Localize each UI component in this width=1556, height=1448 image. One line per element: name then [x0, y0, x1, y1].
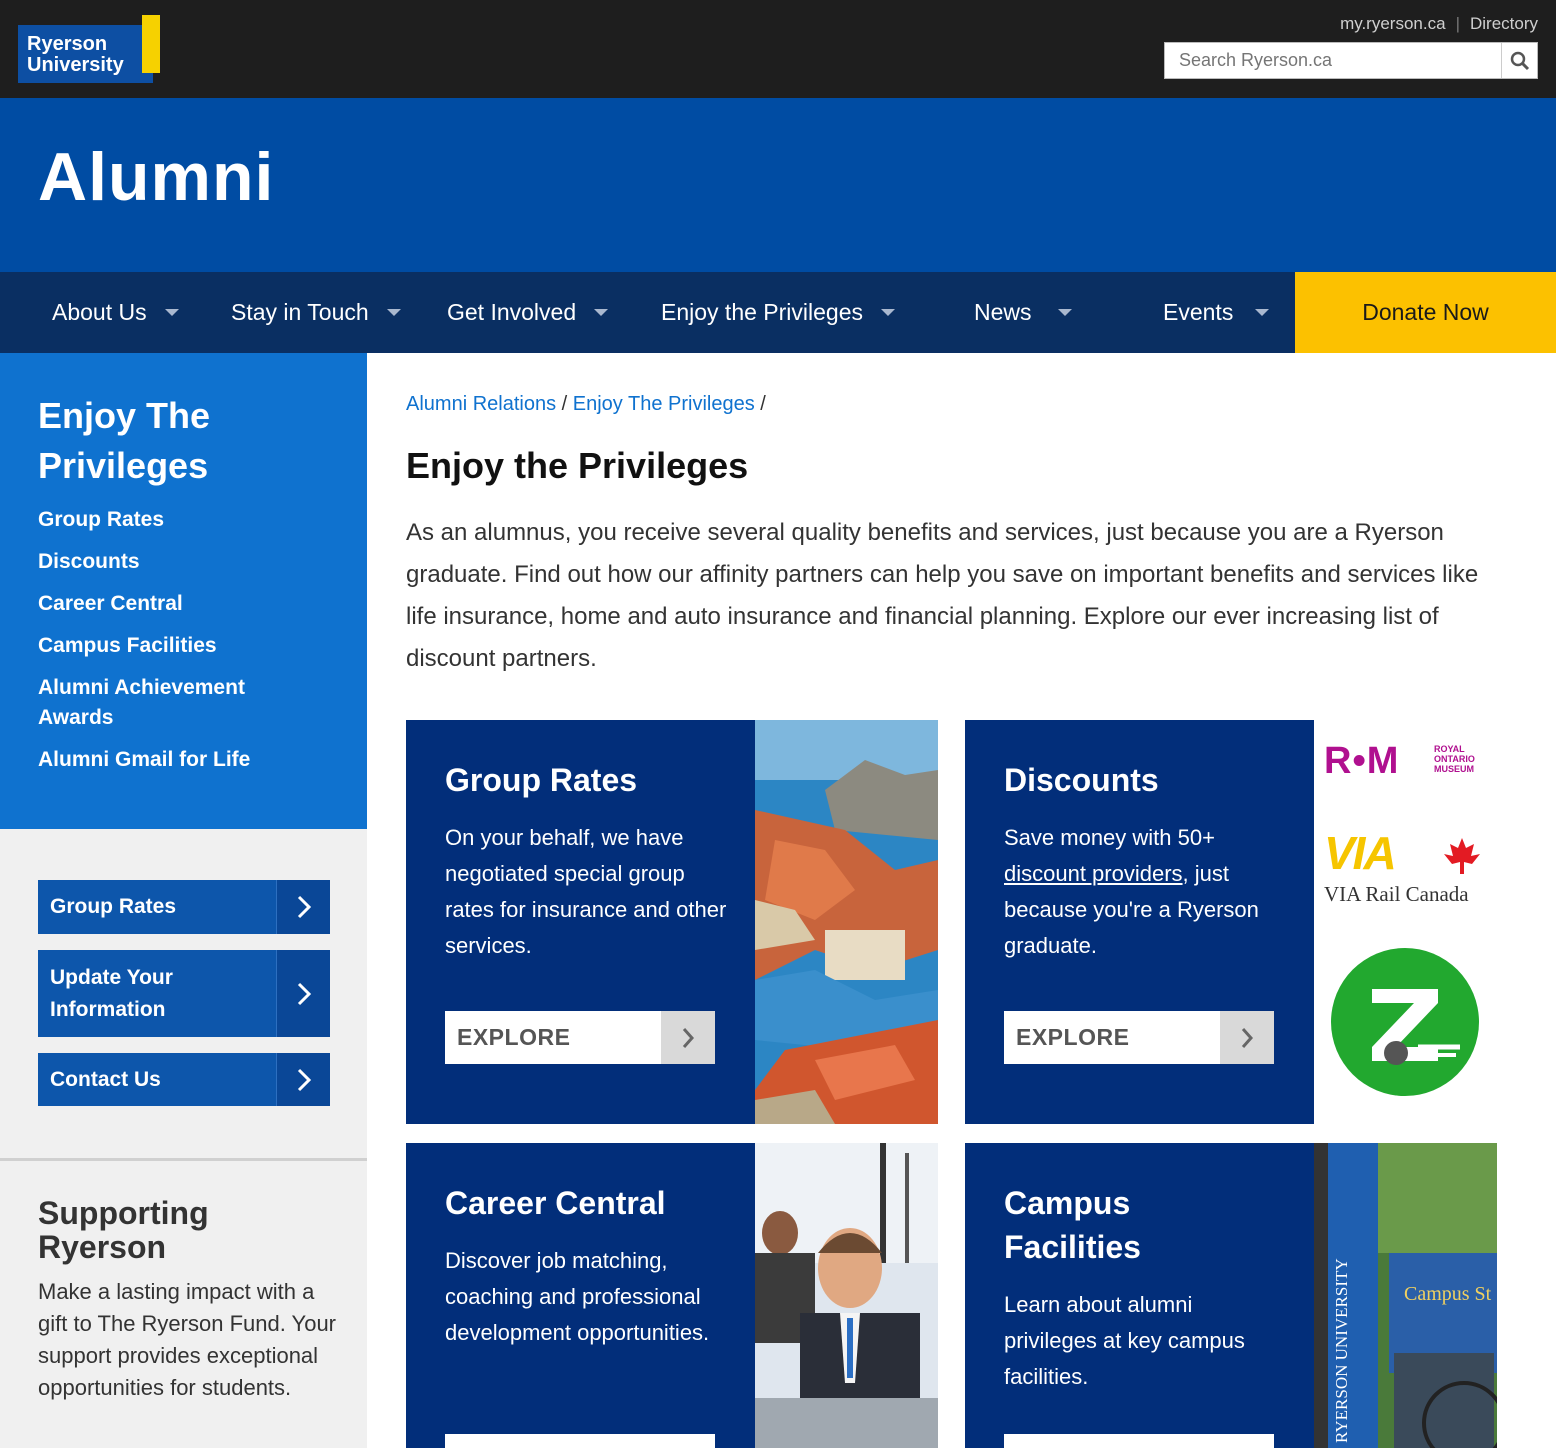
card-title: Career Central [445, 1185, 666, 1221]
breadcrumb-separator: / [760, 393, 766, 415]
card-title: Campus Facilities [1004, 1185, 1141, 1265]
campus-sign-text: Campus St [1404, 1283, 1492, 1305]
nav-enjoy-privileges[interactable]: Enjoy the Privileges [661, 272, 895, 353]
ryerson-logo[interactable]: Ryerson University [18, 15, 160, 85]
breadcrumb-separator: / [561, 393, 568, 415]
group-rates-explore-button[interactable]: EXPLORE [445, 1011, 715, 1064]
logo-yellow-bar [142, 15, 160, 73]
button-label: EXPLORE [457, 1024, 571, 1050]
site-title[interactable]: Alumni [38, 138, 274, 216]
campus-facilities-card[interactable]: Campus Facilities Learn about alumni pri… [965, 1143, 1314, 1448]
chevron-right-icon [276, 880, 330, 934]
nav-label: About Us [52, 299, 147, 325]
chevron-right-icon [1220, 1011, 1274, 1064]
card-description: Learn about alumni privileges at key cam… [1004, 1292, 1245, 1389]
sidebar: Enjoy The Privileges Group Rates Discoun… [0, 353, 367, 1448]
search-input[interactable] [1165, 43, 1495, 78]
chevron-right-icon [276, 950, 330, 1037]
campus-facilities-explore-button[interactable] [1004, 1434, 1274, 1448]
my-ryerson-link[interactable]: my.ryerson.ca [1340, 14, 1446, 33]
support-title: Supporting Ryerson [38, 1195, 209, 1265]
rom-mark: R•M [1324, 740, 1400, 782]
sidebar-link-alumni-awards[interactable]: Alumni Achievement Awards [38, 673, 298, 733]
group-rates-card[interactable]: Group Rates On your behalf, we have nego… [406, 720, 755, 1124]
breadcrumb: Alumni Relations / Enjoy The Privileges … [406, 393, 766, 416]
main-nav: About Us Stay in Touch Get Involved Enjo… [0, 272, 1556, 353]
breadcrumb-alumni-relations[interactable]: Alumni Relations [406, 393, 556, 415]
card-description: Save money with 50+ discount providers, … [1004, 820, 1274, 964]
nav-stay-in-touch[interactable]: Stay in Touch [231, 272, 401, 353]
intro-paragraph: As an alumnus, you receive several quali… [406, 519, 1479, 672]
update-information-button[interactable]: Update Your Information [38, 950, 330, 1037]
dubrovnik-photo [755, 720, 938, 1124]
nav-label: Events [1163, 299, 1234, 325]
contact-us-button[interactable]: Contact Us [38, 1053, 330, 1106]
career-photo [755, 1143, 938, 1448]
career-central-card[interactable]: Career Central Discover job matching, co… [406, 1143, 755, 1448]
sidebar-section-title[interactable]: Enjoy The Privileges [38, 391, 278, 491]
discount-providers-link[interactable]: discount providers [1004, 861, 1183, 886]
logo-text: Ryerson University [27, 34, 124, 76]
nav-label: Stay in Touch [231, 299, 369, 325]
sidebar-divider [0, 1158, 367, 1161]
card-title: Group Rates [445, 762, 638, 798]
sidebar-link-campus-facilities[interactable]: Campus Facilities [38, 631, 367, 661]
maple-leaf-icon [1444, 838, 1480, 874]
group-rates-button[interactable]: Group Rates [38, 880, 330, 934]
search-box [1164, 42, 1538, 79]
nav-label: News [974, 299, 1032, 325]
search-icon [1510, 51, 1529, 70]
rom-text: ROYAL ONTARIO MUSEUM [1434, 744, 1475, 774]
sidebar-link-discounts[interactable]: Discounts [38, 547, 367, 577]
via-mark: VIA [1324, 827, 1397, 879]
directory-link[interactable]: Directory [1470, 14, 1538, 33]
caret-down-icon [881, 309, 895, 316]
nav-get-involved[interactable]: Get Involved [447, 272, 609, 353]
site-banner: Alumni [0, 98, 1556, 272]
caret-down-icon [164, 309, 179, 316]
campus-banner-text: RYERSON UNIVERSITY [1332, 1258, 1351, 1443]
nav-news[interactable]: News [974, 272, 1072, 353]
logo-line2: University [27, 54, 124, 76]
sidebar-link-group-rates[interactable]: Group Rates [38, 505, 367, 535]
button-label: Update Your Information [50, 965, 173, 1021]
logo-line1: Ryerson [27, 33, 108, 55]
sidebar-link-career-central[interactable]: Career Central [38, 589, 367, 619]
page-title: Enjoy the Privileges [406, 445, 749, 486]
via-text: VIA Rail Canada [1324, 882, 1469, 906]
utility-bar: Ryerson University my.ryerson.ca | Directo… [0, 0, 1556, 98]
nav-label: Get Involved [447, 299, 577, 325]
discounts-card[interactable]: Discounts Save money with 50+ discount p… [965, 720, 1314, 1124]
career-central-explore-button[interactable] [445, 1434, 715, 1448]
search-button[interactable] [1501, 43, 1537, 78]
sidebar-link-gmail[interactable]: Alumni Gmail for Life [38, 745, 367, 775]
sidebar-section-nav: Enjoy The Privileges Group Rates Discoun… [0, 353, 367, 829]
card-description: On your behalf, we have negotiated speci… [445, 825, 727, 958]
card-description: Discover job matching, coaching and prof… [445, 1248, 710, 1345]
button-label: EXPLORE [1016, 1024, 1130, 1050]
caret-down-icon [1255, 309, 1270, 316]
caret-down-icon [594, 309, 609, 316]
card-title: Discounts [1004, 762, 1159, 798]
via-rail-logo: VIA VIA Rail Canada [1324, 827, 1494, 910]
breadcrumb-enjoy-privileges[interactable]: Enjoy The Privileges [573, 393, 755, 415]
support-text: Make a lasting impact with a gift to The… [38, 1279, 336, 1400]
button-label: Group Rates [50, 895, 177, 918]
nav-label: Enjoy the Privileges [661, 299, 863, 325]
donate-now-button[interactable]: Donate Now [1295, 272, 1556, 353]
caret-down-icon [1057, 309, 1072, 316]
discounts-explore-button[interactable]: EXPLORE [1004, 1011, 1274, 1064]
desc-text: Save money with 50+ [1004, 825, 1215, 850]
chevron-right-icon [276, 1053, 330, 1106]
caret-down-icon [386, 309, 401, 316]
rom-logo: R•M ROYAL ONTARIO MUSEUM [1324, 740, 1494, 790]
campus-photo: RYERSON UNIVERSITY Campus St [1314, 1143, 1497, 1448]
zipcar-logo [1330, 947, 1480, 1097]
chevron-right-icon [661, 1011, 715, 1064]
utility-separator: | [1455, 14, 1460, 33]
button-label: Contact Us [50, 1067, 161, 1091]
nav-about-us[interactable]: About Us [52, 272, 179, 353]
utility-links: my.ryerson.ca | Directory [1340, 14, 1538, 34]
nav-events[interactable]: Events [1163, 272, 1270, 353]
